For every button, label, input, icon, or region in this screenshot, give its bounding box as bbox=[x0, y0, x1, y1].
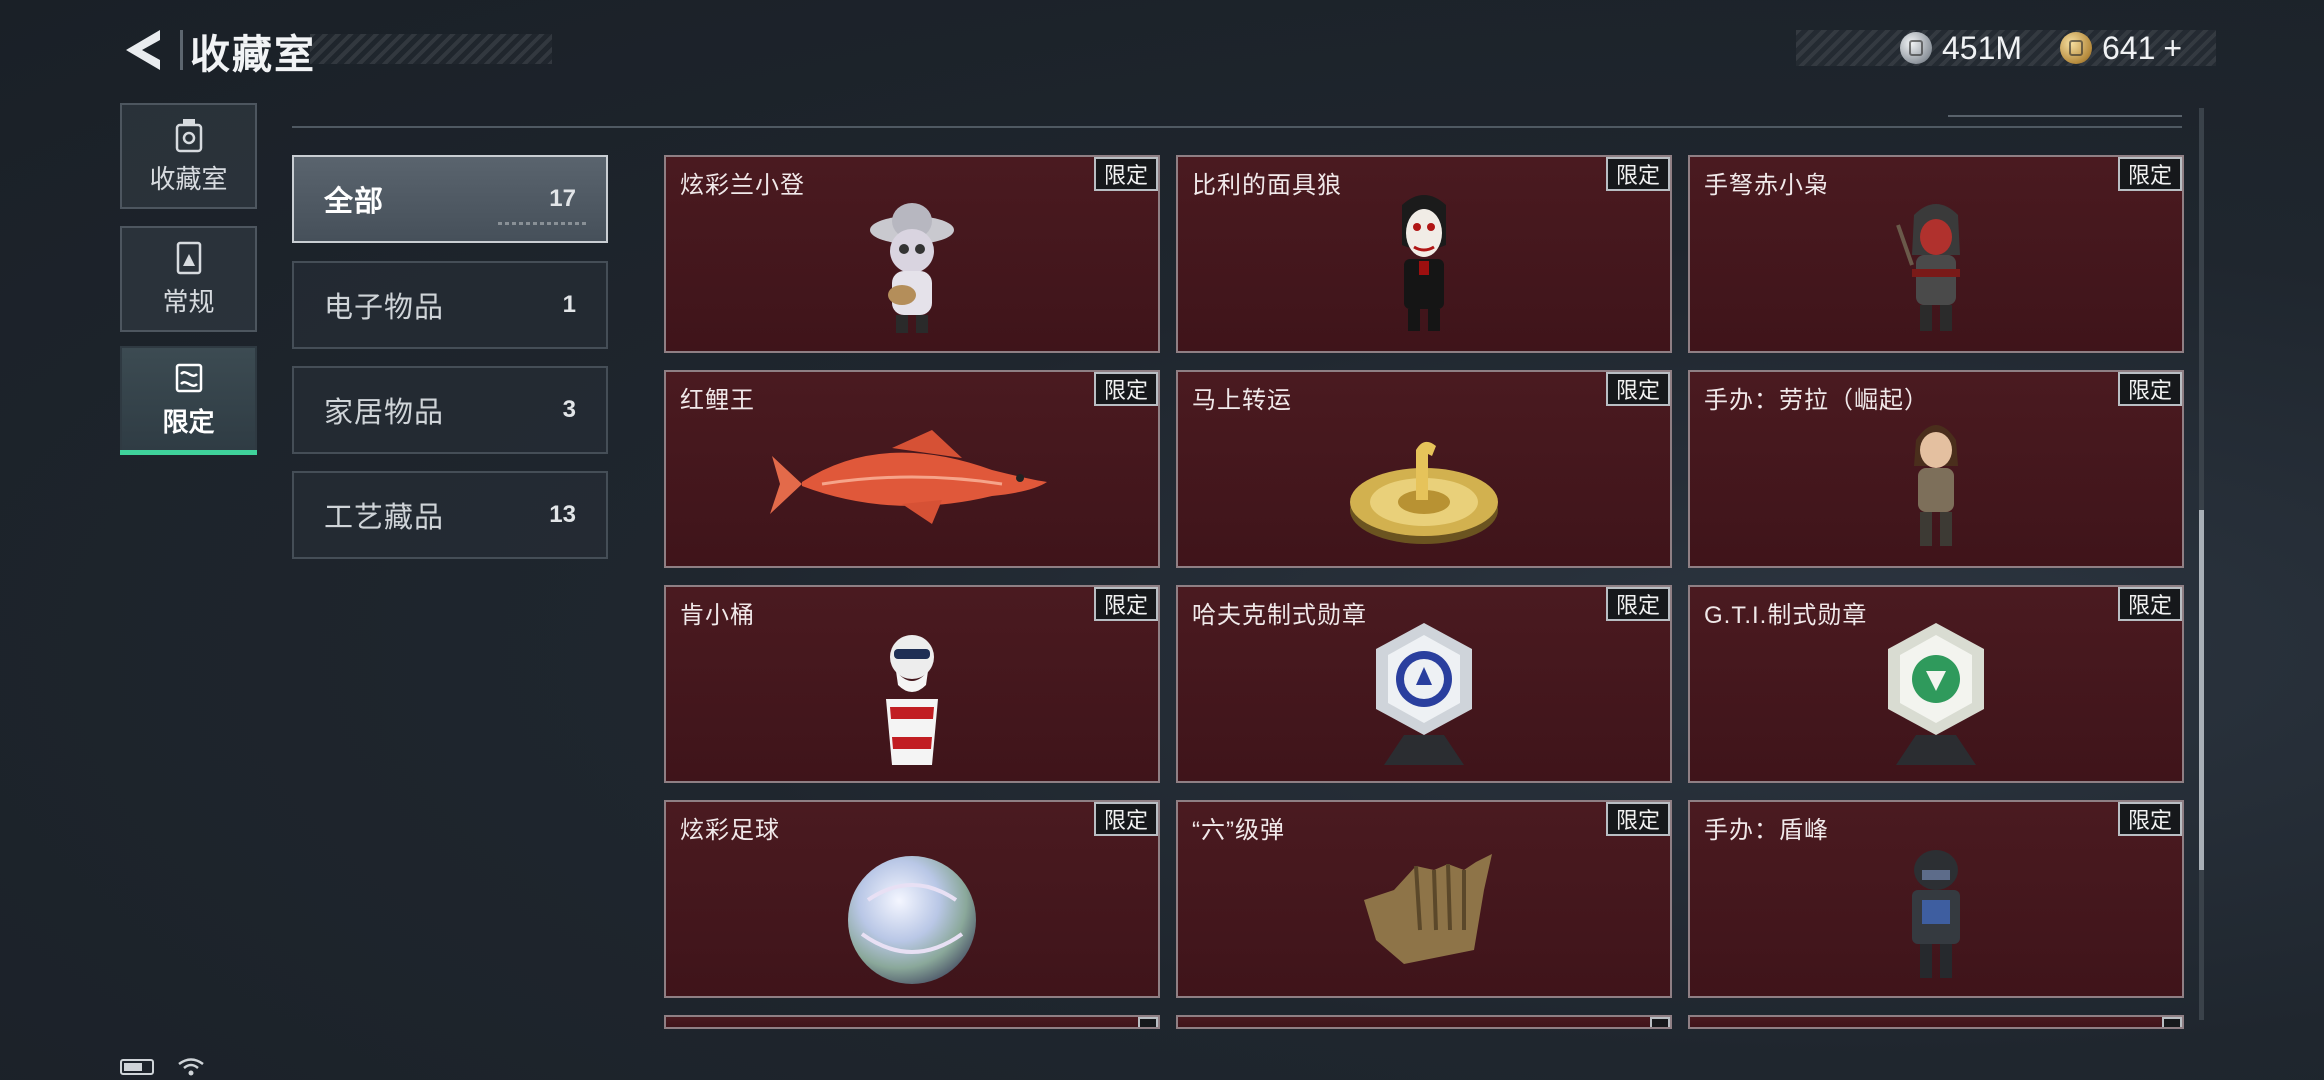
item-card[interactable]: 红鲤王 限定 bbox=[664, 370, 1160, 568]
back-button[interactable] bbox=[120, 26, 172, 74]
figurine-sombrero-icon bbox=[870, 203, 954, 333]
limited-badge: 限定 bbox=[1605, 802, 1670, 836]
limited-badge bbox=[1138, 1017, 1158, 1027]
limited-badge: 限定 bbox=[2117, 587, 2182, 621]
content-top-divider bbox=[292, 126, 2182, 128]
item-card[interactable]: 肯小桶 限定 bbox=[664, 585, 1160, 783]
item-card-partial[interactable] bbox=[664, 1015, 1160, 1029]
lara-figurine-icon bbox=[1914, 425, 1958, 546]
blue-medal-icon bbox=[1376, 623, 1472, 765]
limited-badge: 限定 bbox=[2117, 157, 2182, 191]
category-all[interactable]: 全部 17 bbox=[292, 155, 608, 243]
item-name: 炫彩兰小登 bbox=[680, 172, 805, 199]
category-count: 17 bbox=[549, 185, 576, 212]
item-name: 肯小桶 bbox=[680, 602, 755, 629]
item-name: 比利的面具狼 bbox=[1192, 172, 1342, 199]
category-electronics[interactable]: 电子物品 1 bbox=[292, 261, 608, 349]
nav-limited[interactable]: 限定 bbox=[120, 346, 257, 452]
item-card[interactable]: 手弩赤小枭 限定 bbox=[1688, 155, 2184, 353]
item-card[interactable]: 炫彩足球 限定 bbox=[664, 800, 1160, 998]
item-card-partial[interactable] bbox=[1688, 1015, 2184, 1029]
limited-badge: 限定 bbox=[1605, 157, 1670, 191]
item-card[interactable]: G.T.I.制式勋章 限定 bbox=[1688, 585, 2184, 783]
header-separator bbox=[180, 30, 183, 70]
item-card[interactable]: 手办：盾峰 限定 bbox=[1688, 800, 2184, 998]
collection-room-icon bbox=[175, 118, 202, 152]
wifi-icon bbox=[178, 1058, 204, 1076]
item-name: 手办：盾峰 bbox=[1704, 817, 1829, 844]
category-count: 1 bbox=[562, 291, 576, 318]
red-carp-icon bbox=[770, 430, 1047, 524]
limited-badge: 限定 bbox=[2117, 802, 2182, 836]
nav-label-limited: 限定 bbox=[162, 406, 215, 437]
limited-badge: 限定 bbox=[2117, 372, 2182, 406]
nav-label-collection-room: 收藏室 bbox=[149, 163, 228, 194]
category-count: 3 bbox=[562, 396, 576, 423]
item-card[interactable]: 马上转运 限定 bbox=[1176, 370, 1672, 568]
item-name: 马上转运 bbox=[1192, 387, 1292, 414]
limited-badge bbox=[1650, 1017, 1670, 1027]
item-name: “六”级弹 bbox=[1192, 817, 1285, 844]
item-name: 红鲤王 bbox=[680, 387, 755, 414]
category-name: 电子物品 bbox=[324, 292, 445, 324]
nav-label-regular: 常规 bbox=[162, 286, 215, 317]
category-name: 工艺藏品 bbox=[324, 502, 445, 534]
item-card[interactable]: “六”级弹 限定 bbox=[1176, 800, 1672, 998]
category-home[interactable]: 家居物品 3 bbox=[292, 366, 608, 454]
limited-badge: 限定 bbox=[1605, 587, 1670, 621]
golden-horse-wheel-icon bbox=[1350, 441, 1498, 544]
category-crafts[interactable]: 工艺藏品 13 bbox=[292, 471, 608, 559]
currency-silver: 451M bbox=[1900, 26, 2022, 70]
regular-items-icon bbox=[176, 241, 201, 274]
item-name: 炫彩足球 bbox=[680, 817, 780, 844]
currency-silver-value: 451M bbox=[1942, 29, 2023, 66]
page-title: 收藏室 bbox=[190, 33, 316, 77]
back-arrow-icon bbox=[126, 30, 160, 70]
limited-badge: 限定 bbox=[1093, 372, 1158, 406]
green-medal-icon bbox=[1888, 623, 1984, 765]
item-card[interactable]: 手办：劳拉（崛起） 限定 bbox=[1688, 370, 2184, 568]
limited-badge: 限定 bbox=[1605, 372, 1670, 406]
iridescent-ball-icon bbox=[848, 856, 976, 984]
silver-coin-icon bbox=[1900, 32, 1932, 64]
limited-badge: 限定 bbox=[1093, 802, 1158, 836]
category-name: 全部 bbox=[324, 186, 385, 218]
item-card[interactable]: 比利的面具狼 限定 bbox=[1176, 155, 1672, 353]
item-card[interactable]: 哈夫克制式勋章 限定 bbox=[1176, 585, 1672, 783]
bronze-hand-icon bbox=[1364, 854, 1492, 964]
content-top-divider-accent bbox=[1948, 115, 2182, 117]
scrollbar-thumb[interactable] bbox=[2199, 510, 2204, 870]
currency-gold-value: 641 bbox=[2102, 29, 2156, 66]
category-count: 13 bbox=[549, 501, 576, 528]
item-name: 手弩赤小枭 bbox=[1704, 172, 1829, 199]
category-name: 家居物品 bbox=[324, 397, 445, 429]
add-currency-button[interactable]: + bbox=[2163, 30, 2182, 67]
nav-collection-room[interactable]: 收藏室 bbox=[120, 103, 257, 209]
currency-gold: 641 + bbox=[2060, 26, 2182, 70]
nav-regular[interactable]: 常规 bbox=[120, 226, 257, 332]
header-stripe bbox=[310, 34, 552, 64]
armored-soldier-icon bbox=[1912, 850, 1960, 978]
item-card-partial[interactable] bbox=[1176, 1015, 1672, 1029]
gold-coin-icon bbox=[2060, 32, 2092, 64]
colonel-bucket-icon bbox=[886, 635, 938, 765]
limited-badge bbox=[2162, 1017, 2182, 1027]
limited-badge: 限定 bbox=[1093, 157, 1158, 191]
battery-icon bbox=[120, 1059, 154, 1075]
hooded-figurine-icon bbox=[1896, 204, 1960, 331]
device-status bbox=[120, 1058, 206, 1076]
limited-items-icon bbox=[175, 363, 202, 392]
jigsaw-puppet-icon bbox=[1402, 195, 1446, 331]
limited-badge: 限定 bbox=[1093, 587, 1158, 621]
item-card[interactable]: 炫彩兰小登 限定 bbox=[664, 155, 1160, 353]
nav-active-indicator bbox=[120, 450, 257, 455]
